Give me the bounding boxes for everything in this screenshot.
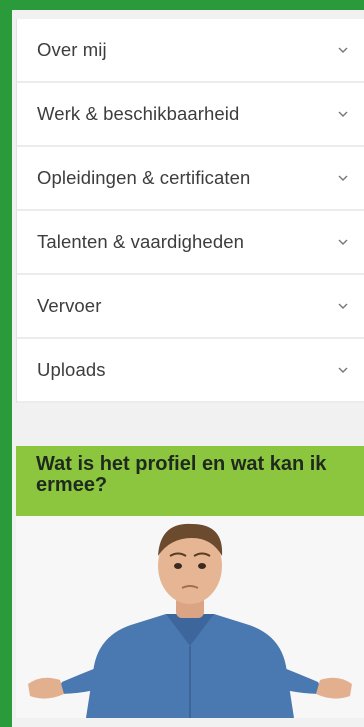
accordion-item-opleidingen[interactable]: Opleidingen & certificaten	[17, 147, 364, 211]
accordion-item-uploads[interactable]: Uploads	[17, 339, 364, 403]
accordion-item-label: Over mij	[37, 39, 107, 60]
accordion-item-over-mij[interactable]: Over mij	[17, 19, 364, 83]
promo-title: Wat is het profiel en wat kan ik ermee?	[36, 453, 327, 496]
accordion-item-label: Vervoer	[37, 295, 102, 316]
accordion-item-label: Opleidingen & certificaten	[37, 167, 251, 188]
chevron-down-icon[interactable]	[335, 170, 351, 186]
accordion-item-talenten[interactable]: Talenten & vaardigheden	[17, 211, 364, 275]
person-shrugging-photo	[16, 516, 364, 718]
chevron-down-icon[interactable]	[335, 298, 351, 314]
chevron-down-icon[interactable]	[335, 42, 351, 58]
accordion-item-werk[interactable]: Werk & beschikbaarheid	[17, 83, 364, 147]
chevron-down-icon[interactable]	[335, 362, 351, 378]
accordion-item-vervoer[interactable]: Vervoer	[17, 275, 364, 339]
frame-left-border	[0, 0, 12, 727]
frame-top-border	[0, 0, 364, 10]
promo-header: Wat is het profiel en wat kan ik ermee?	[16, 446, 364, 516]
profile-info-card[interactable]: Wat is het profiel en wat kan ik ermee?	[16, 446, 364, 718]
accordion-item-label: Talenten & vaardigheden	[37, 231, 244, 252]
accordion-item-label: Uploads	[37, 359, 106, 380]
accordion-item-label: Werk & beschikbaarheid	[37, 103, 240, 124]
chevron-down-icon[interactable]	[335, 234, 351, 250]
chevron-down-icon[interactable]	[335, 106, 351, 122]
profile-accordion: Over mij Werk & beschikbaarheid Opleidin…	[16, 19, 364, 403]
